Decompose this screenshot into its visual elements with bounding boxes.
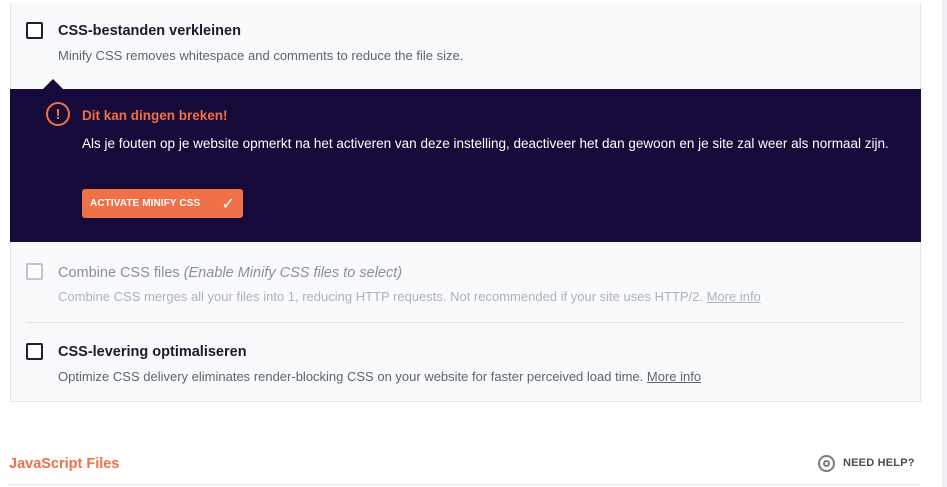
combine-css-checkbox[interactable] (26, 263, 43, 280)
combine-css-title[interactable]: Combine CSS files (Enable Minify CSS fil… (58, 265, 402, 281)
combine-css-title-text: Combine CSS files (58, 265, 180, 281)
need-help-label: NEED HELP? (843, 457, 915, 469)
activate-minify-css-button[interactable]: ACTIVATE MINIFY CSS ✓ (82, 189, 243, 218)
scrollbar-track[interactable] (942, 0, 947, 487)
activate-button-label: ACTIVATE MINIFY CSS (90, 198, 201, 209)
optimize-css-checkbox[interactable] (26, 343, 43, 360)
combine-css-more-info-link[interactable]: More info (707, 289, 761, 304)
section-divider (9, 484, 921, 485)
combine-css-description-text: Combine CSS merges all your files into 1… (58, 289, 703, 304)
minify-css-checkbox[interactable] (26, 22, 43, 39)
optimize-css-description-text: Optimize CSS delivery eliminates render-… (58, 369, 644, 384)
minify-css-title[interactable]: CSS-bestanden verkleinen (58, 23, 241, 39)
section-title: JavaScript Files (9, 456, 120, 472)
warning-text: Als je fouten op je website opmerkt na h… (82, 136, 889, 151)
optimize-css-description: Optimize CSS delivery eliminates render-… (58, 369, 701, 384)
minify-css-description: Minify CSS removes whitespace and commen… (58, 48, 464, 63)
optimize-css-title[interactable]: CSS-levering optimaliseren (58, 344, 247, 360)
checkmark-icon: ✓ (221, 195, 235, 213)
combine-css-description: Combine CSS merges all your files into 1… (58, 289, 761, 304)
warning-title: Dit kan dingen breken! (82, 108, 228, 123)
warning-panel: ! Dit kan dingen breken! Als je fouten o… (10, 89, 921, 242)
exclamation-circle-icon: ! (46, 102, 70, 126)
lifebuoy-icon (818, 454, 835, 472)
need-help-button[interactable]: NEED HELP? (818, 454, 915, 472)
optimize-css-more-info-link[interactable]: More info (647, 369, 701, 384)
options-divider (26, 322, 904, 323)
combine-css-title-note: (Enable Minify CSS files to select) (183, 265, 403, 281)
